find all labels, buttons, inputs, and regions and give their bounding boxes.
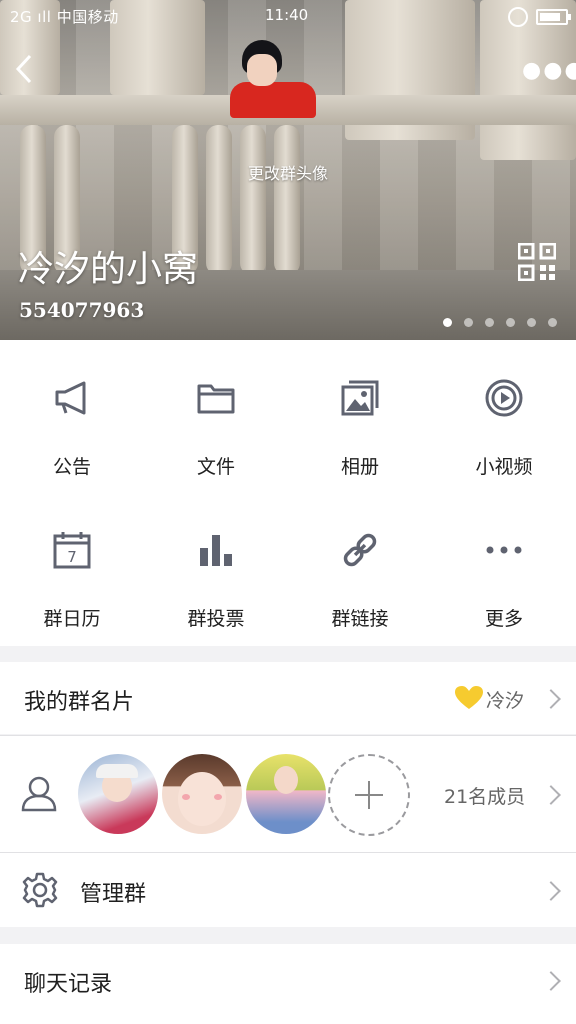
member-avatar[interactable] bbox=[162, 754, 242, 834]
photo-album-icon bbox=[341, 380, 379, 416]
back-button[interactable] bbox=[12, 52, 38, 86]
cover-person bbox=[230, 40, 316, 120]
feature-album[interactable]: 相册 bbox=[288, 340, 432, 490]
feature-announcement[interactable]: 公告 bbox=[0, 340, 144, 490]
page-dot bbox=[443, 318, 452, 327]
page-dot bbox=[548, 318, 557, 327]
link-icon bbox=[343, 533, 377, 567]
feature-label: 公告 bbox=[52, 456, 91, 478]
chevron-left-icon bbox=[15, 54, 32, 84]
more-dots-icon bbox=[486, 546, 522, 554]
member-count: 21名成员 bbox=[444, 786, 526, 808]
feature-label: 群日历 bbox=[43, 608, 101, 630]
carrier-label: 2G ıll 中国移动 bbox=[10, 8, 119, 26]
group-cover-photo[interactable]: 2G ıll 中国移动 11:40 ●●● 更改群头像 冷汐的小窝 554077… bbox=[0, 0, 576, 340]
clock: 11:40 bbox=[265, 6, 309, 24]
group-name: 冷汐的小窝 bbox=[18, 249, 199, 290]
manage-group-row[interactable]: 管理群 bbox=[0, 853, 576, 927]
manage-group-label: 管理群 bbox=[80, 882, 147, 907]
status-bar: 2G ıll 中国移动 11:40 bbox=[0, 0, 576, 30]
add-member-button[interactable] bbox=[328, 754, 410, 836]
video-play-icon bbox=[485, 379, 523, 417]
calendar-icon: 7 bbox=[53, 532, 91, 569]
cover-page-indicator bbox=[443, 312, 569, 331]
cover-baluster bbox=[240, 125, 266, 275]
feature-more[interactable]: 更多 bbox=[432, 492, 576, 642]
feature-label: 小视频 bbox=[475, 456, 533, 478]
battery-icon bbox=[536, 9, 571, 25]
chevron-right-icon bbox=[541, 881, 561, 901]
change-avatar-link[interactable]: 更改群头像 bbox=[0, 160, 576, 184]
more-options-button[interactable]: ●●● bbox=[522, 58, 576, 83]
megaphone-icon bbox=[55, 381, 86, 415]
feature-files[interactable]: 文件 bbox=[144, 340, 288, 490]
chevron-right-icon bbox=[541, 971, 561, 991]
rotation-lock-icon bbox=[508, 7, 528, 27]
page-dot bbox=[485, 318, 494, 327]
group-members-row[interactable]: 21名成员 bbox=[0, 736, 576, 852]
members-icon bbox=[21, 776, 57, 812]
feature-grid: 公告 文件 相册 小视频 7 群日历 群投票 群链接 更多 bbox=[0, 340, 576, 646]
page-dot bbox=[464, 318, 473, 327]
my-group-card-label: 我的群名片 bbox=[24, 690, 135, 715]
feature-calendar[interactable]: 7 群日历 bbox=[0, 492, 144, 642]
group-id: 554077963 bbox=[19, 298, 145, 322]
feature-label: 相册 bbox=[340, 456, 379, 478]
chevron-right-icon bbox=[541, 785, 561, 805]
my-group-card-row[interactable]: 我的群名片 冷汐 bbox=[0, 662, 576, 734]
bar-chart-icon bbox=[200, 535, 232, 566]
feature-label: 更多 bbox=[484, 608, 523, 630]
page-dot bbox=[506, 318, 515, 327]
feature-label: 群投票 bbox=[187, 608, 245, 630]
qr-code-icon[interactable] bbox=[518, 243, 556, 281]
chat-history-label: 聊天记录 bbox=[24, 972, 113, 997]
my-group-card-value: 冷汐 bbox=[486, 690, 525, 712]
page-dot bbox=[527, 318, 536, 327]
member-avatar[interactable] bbox=[78, 754, 158, 834]
svg-text:7: 7 bbox=[67, 548, 77, 566]
feature-short-video[interactable]: 小视频 bbox=[432, 340, 576, 490]
yellow-heart-icon bbox=[455, 686, 483, 709]
feature-group-link[interactable]: 群链接 bbox=[288, 492, 432, 642]
feature-poll[interactable]: 群投票 bbox=[144, 492, 288, 642]
folder-icon bbox=[197, 384, 235, 414]
cover-baluster bbox=[206, 125, 232, 275]
chat-history-row[interactable]: 聊天记录 bbox=[0, 944, 576, 1024]
feature-label: 群链接 bbox=[331, 608, 389, 630]
cover-baluster bbox=[274, 125, 300, 275]
chevron-right-icon bbox=[541, 689, 561, 709]
member-avatar[interactable] bbox=[246, 754, 326, 834]
feature-label: 文件 bbox=[196, 456, 235, 478]
gear-icon bbox=[22, 872, 58, 908]
